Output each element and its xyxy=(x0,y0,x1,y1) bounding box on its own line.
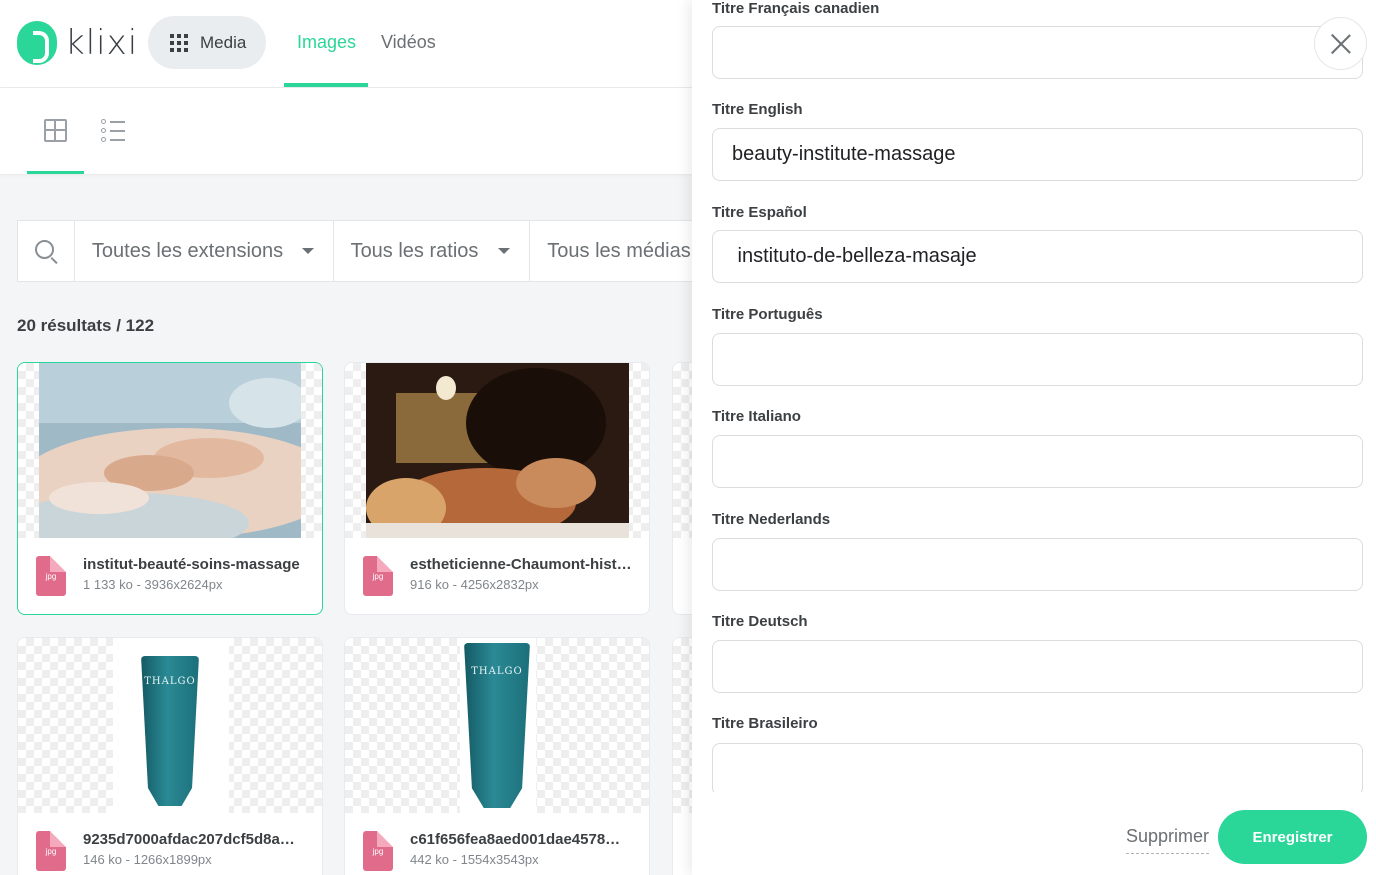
filter-bar: Toutes les extensions Tous les ratios To… xyxy=(17,220,737,282)
field-label-nl: Titre Nederlands xyxy=(712,511,831,528)
media-card[interactable]: jpg institut-beauté-soins-massage 1 133 … xyxy=(17,362,323,615)
media-info: jpg c61f656fea8aed001dae4578… 442 ko - 1… xyxy=(363,831,637,873)
title-de-input[interactable] xyxy=(712,640,1363,693)
tab-images[interactable]: Images xyxy=(297,32,356,53)
media-library-app: klixi Media Images Vidéos Toutes les ext… xyxy=(0,0,1376,875)
title-en-input[interactable] xyxy=(712,128,1363,181)
logo-mark-icon xyxy=(17,21,57,65)
media-meta: 1 133 ko - 3936x2624px xyxy=(83,577,223,592)
media-menu-label: Media xyxy=(200,32,247,52)
title-es-input[interactable] xyxy=(712,230,1363,283)
media-card[interactable]: THALGO jpg 9235d7000afdac207dcf5d8a… 146… xyxy=(17,637,323,875)
delete-button[interactable]: Supprimer xyxy=(1126,826,1210,854)
media-info: jpg estheticienne-Chaumont-hist… 916 ko … xyxy=(363,556,637,598)
media-edit-panel: Titre Français canadien Titre English Ti… xyxy=(692,0,1376,875)
media-name: 9235d7000afdac207dcf5d8a… xyxy=(83,831,295,848)
chevron-down-icon xyxy=(497,248,510,254)
tab-videos[interactable]: Vidéos xyxy=(381,32,436,53)
ratios-filter-value: Tous les ratios xyxy=(350,239,479,262)
search-icon xyxy=(34,240,54,259)
media-menu-button[interactable]: Media xyxy=(148,16,266,69)
results-count: 20 résultats / 122 xyxy=(17,316,155,335)
ratios-filter-select[interactable]: Tous les ratios xyxy=(334,221,531,281)
title-fr-ca-input[interactable] xyxy=(712,26,1363,79)
chevron-down-icon xyxy=(301,248,314,254)
extensions-filter-select[interactable]: Toutes les extensions xyxy=(75,221,334,281)
file-jpg-icon: jpg xyxy=(363,556,393,596)
active-tab-indicator xyxy=(284,83,368,87)
media-thumbnail xyxy=(18,363,322,538)
search-button[interactable] xyxy=(18,221,75,281)
logo-text: klixi xyxy=(65,23,139,63)
field-label-pt: Titre Português xyxy=(712,306,823,323)
close-icon xyxy=(1331,34,1351,54)
field-label-it: Titre Italiano xyxy=(712,408,801,425)
product-brand-label: THALGO xyxy=(471,666,523,677)
media-name: c61f656fea8aed001dae4578… xyxy=(410,831,621,848)
medias-filter-value: Tous les médias xyxy=(547,239,691,262)
media-card[interactable]: THALGO jpg c61f656fea8aed001dae4578… 442… xyxy=(344,637,650,875)
media-info: jpg 9235d7000afdac207dcf5d8a… 146 ko - 1… xyxy=(36,831,310,873)
title-it-input[interactable] xyxy=(712,435,1363,488)
file-jpg-icon: jpg xyxy=(36,831,66,871)
file-jpg-icon: jpg xyxy=(363,831,393,871)
media-info: jpg institut-beauté-soins-massage 1 133 … xyxy=(36,556,310,598)
field-label-fr-ca: Titre Français canadien xyxy=(712,0,880,17)
media-name: estheticienne-Chaumont-hist… xyxy=(410,556,632,573)
title-nl-input[interactable] xyxy=(712,538,1363,591)
field-label-br: Titre Brasileiro xyxy=(712,715,818,732)
grid-view-icon[interactable] xyxy=(44,119,67,142)
file-jpg-icon: jpg xyxy=(36,556,66,596)
title-br-input[interactable] xyxy=(712,743,1363,796)
media-thumbnail xyxy=(345,363,649,538)
extensions-filter-value: Toutes les extensions xyxy=(91,239,284,262)
title-pt-input[interactable] xyxy=(712,333,1363,386)
save-button[interactable]: Enregistrer xyxy=(1218,810,1367,864)
close-panel-button[interactable] xyxy=(1314,17,1367,70)
media-card[interactable]: jpg estheticienne-Chaumont-hist… 916 ko … xyxy=(344,362,650,615)
list-view-icon[interactable] xyxy=(101,119,125,142)
active-view-indicator xyxy=(27,171,84,174)
field-label-es: Titre Español xyxy=(712,204,807,221)
media-thumbnail: THALGO xyxy=(345,638,649,813)
media-meta: 146 ko - 1266x1899px xyxy=(83,852,212,867)
apps-grid-icon xyxy=(170,33,188,52)
media-meta: 916 ko - 4256x2832px xyxy=(410,577,539,592)
field-label-en: Titre English xyxy=(712,101,803,118)
media-name: institut-beauté-soins-massage xyxy=(83,556,300,573)
spa-massage-photo xyxy=(366,363,629,538)
massage-photo xyxy=(39,363,301,538)
media-meta: 442 ko - 1554x3543px xyxy=(410,852,539,867)
field-label-de: Titre Deutsch xyxy=(712,613,808,630)
media-thumbnail: THALGO xyxy=(18,638,322,813)
logo[interactable]: klixi xyxy=(17,21,138,65)
product-brand-label: THALGO xyxy=(144,676,196,687)
